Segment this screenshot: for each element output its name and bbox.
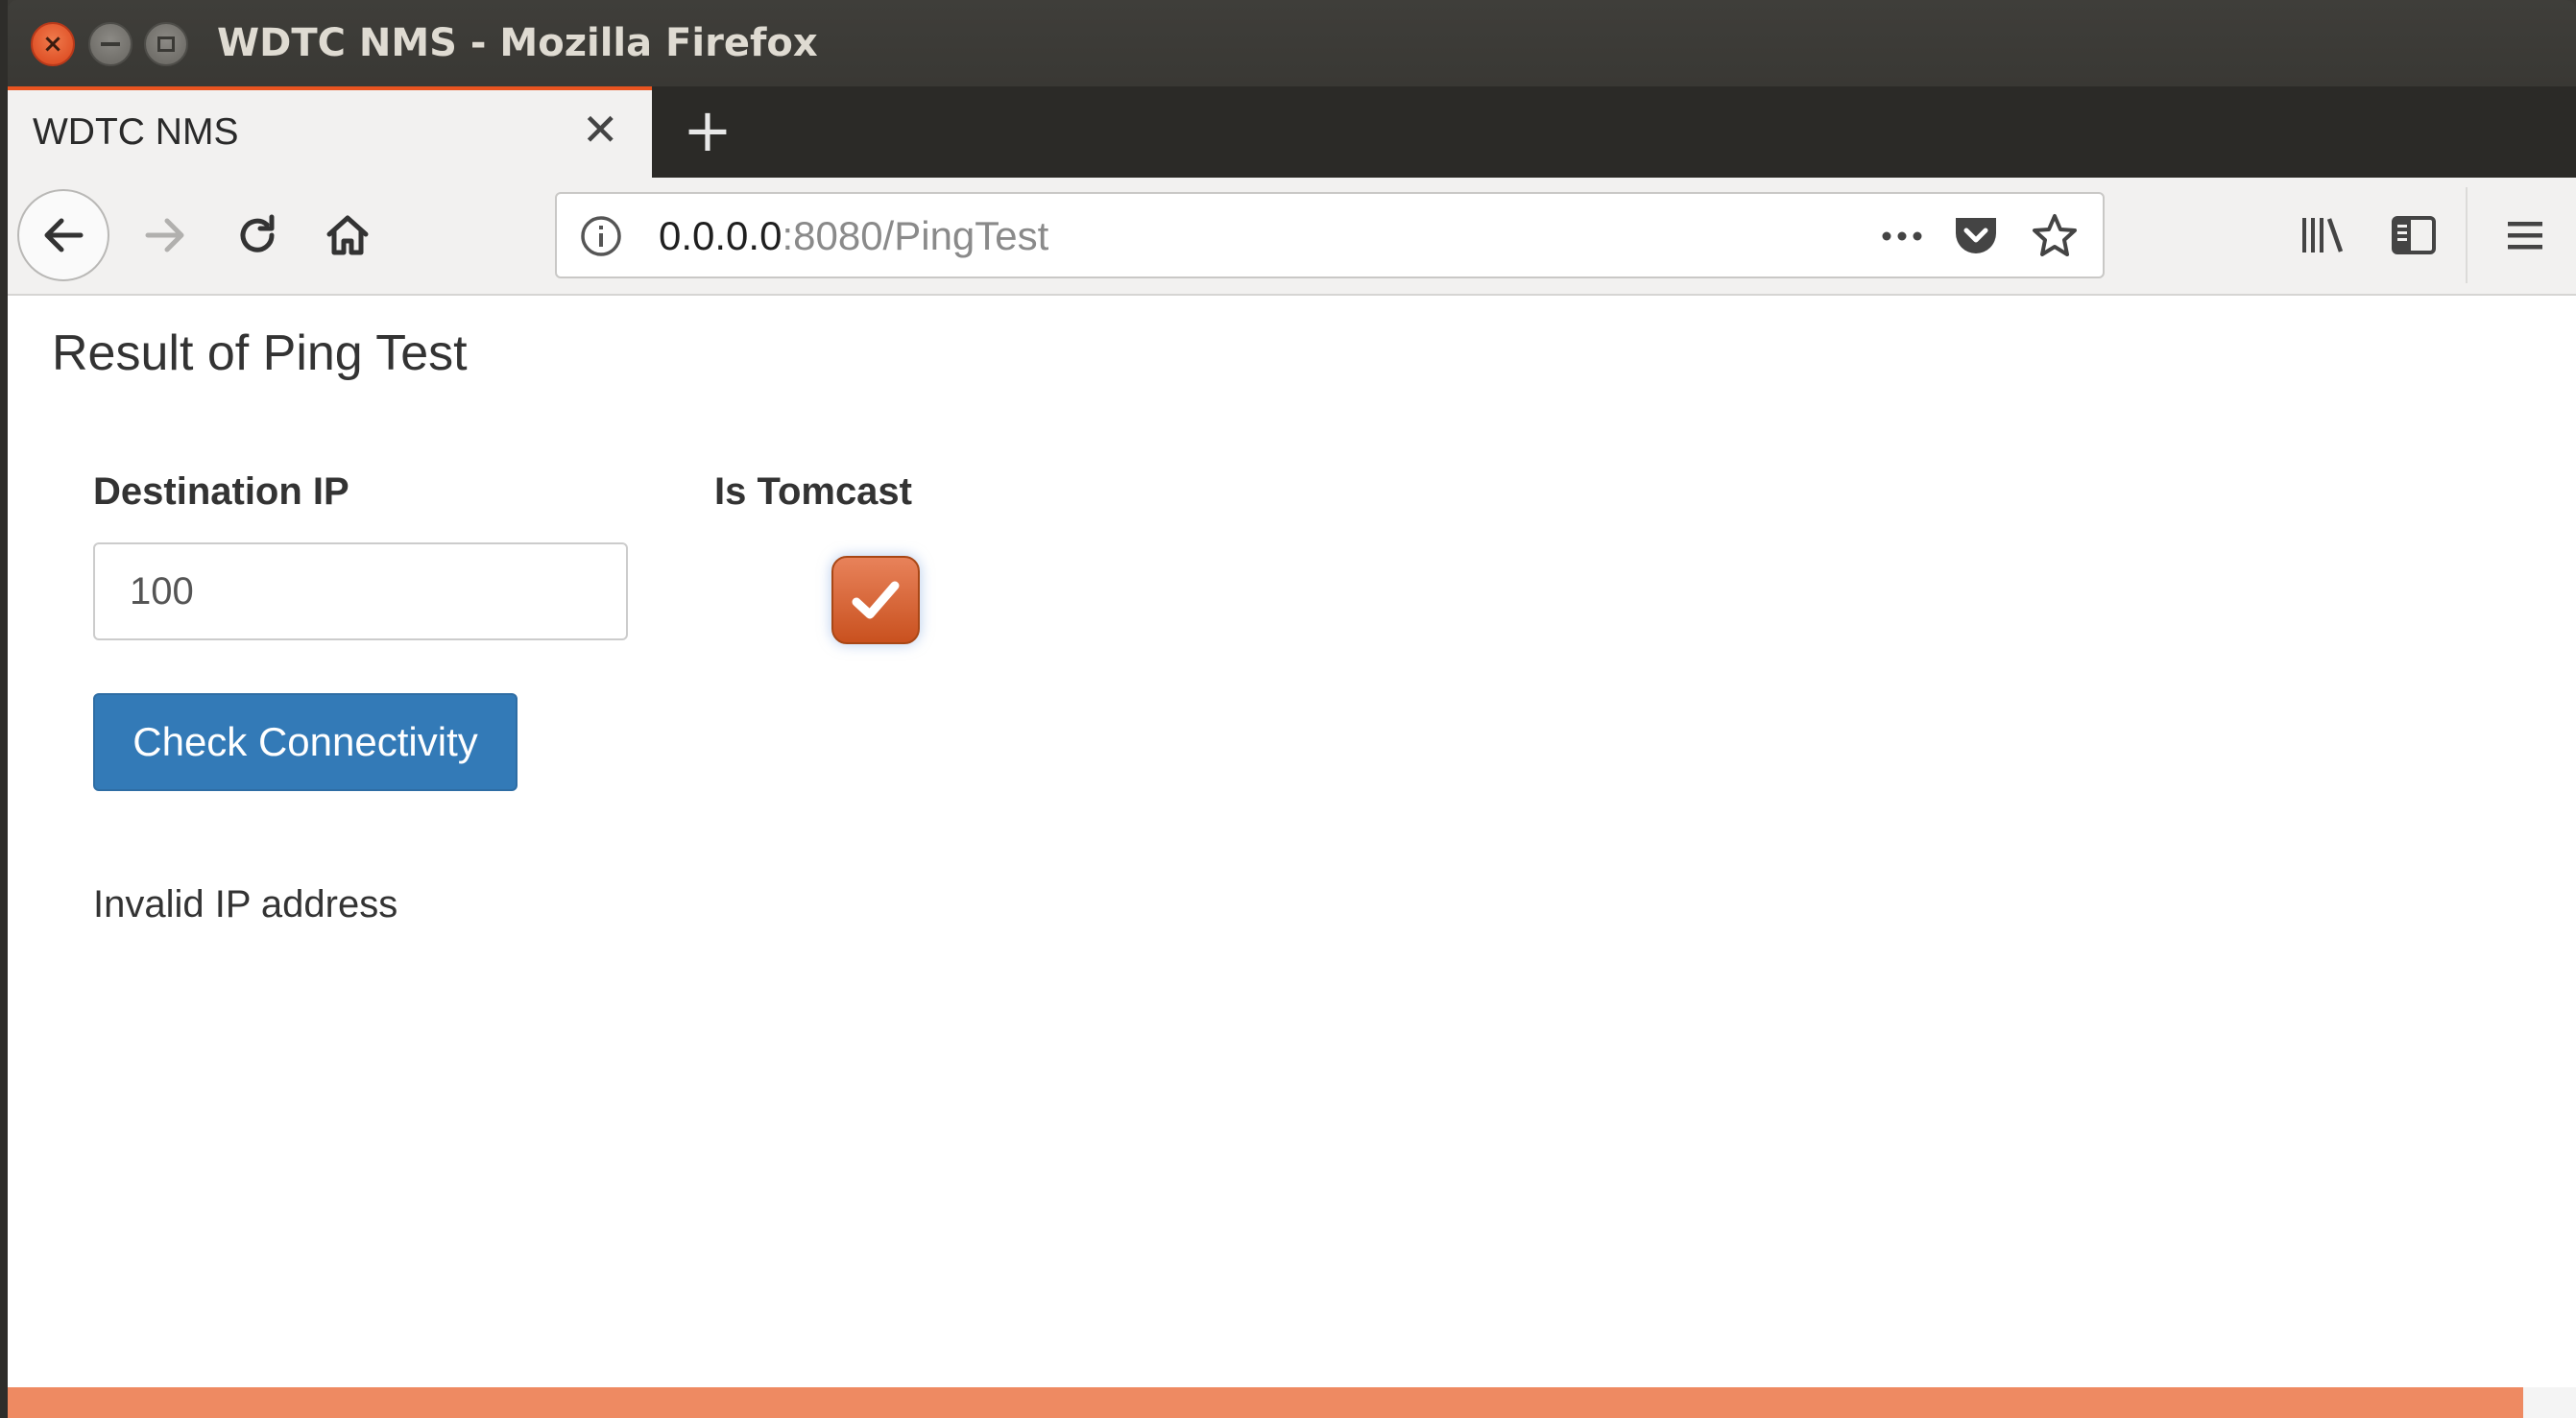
window-title: WDTC NMS - Mozilla Firefox <box>217 21 818 65</box>
back-button[interactable] <box>17 189 109 281</box>
back-arrow-icon <box>44 218 84 252</box>
checkmark-icon <box>852 581 900 619</box>
page-actions-button[interactable] <box>1874 211 1930 261</box>
bookmark-button[interactable] <box>2028 209 2082 263</box>
maximize-icon <box>157 36 175 52</box>
reload-button[interactable] <box>229 206 286 264</box>
sidebar-button[interactable] <box>2385 206 2443 264</box>
tab-strip: WDTC NMS ✕ + <box>8 86 2576 178</box>
window-minimize-button[interactable] <box>88 22 132 66</box>
more-actions-icon <box>1882 231 1922 241</box>
forward-arrow-icon <box>145 218 184 252</box>
check-connectivity-button[interactable]: Check Connectivity <box>93 693 518 791</box>
pocket-icon <box>1956 218 1996 253</box>
sidebar-icon <box>2392 216 2436 254</box>
destination-ip-label: Destination IP <box>93 470 349 513</box>
title-bar: × WDTC NMS - Mozilla Firefox <box>8 0 2576 86</box>
desktop-edge <box>0 0 8 1418</box>
tab-label: WDTC NMS <box>33 111 239 153</box>
url-host: 0.0.0.0 <box>659 213 782 258</box>
reload-icon <box>240 214 275 252</box>
menu-button[interactable] <box>2496 206 2554 264</box>
page-content: Result of Ping Test Destination IP Is To… <box>8 296 2576 1387</box>
info-icon <box>581 216 621 256</box>
is-tomcast-checkbox[interactable] <box>831 556 920 644</box>
bottom-bar-end <box>2523 1387 2576 1418</box>
tab-wdtc-nms[interactable]: WDTC NMS ✕ <box>8 86 652 178</box>
home-icon <box>326 215 369 255</box>
forward-button[interactable] <box>136 206 194 264</box>
close-icon: × <box>42 30 63 59</box>
url-path: :8080/PingTest <box>782 213 1049 258</box>
new-tab-button[interactable]: + <box>674 92 741 169</box>
result-message: Invalid IP address <box>93 883 398 925</box>
destination-ip-input[interactable] <box>93 542 628 640</box>
navigation-toolbar: 0.0.0.0:8080/PingTest <box>8 178 2576 296</box>
page-title: Result of Ping Test <box>52 325 468 381</box>
pocket-button[interactable] <box>1949 209 2003 263</box>
window-close-button[interactable]: × <box>31 22 75 66</box>
browser-window: × WDTC NMS - Mozilla Firefox WDTC NMS ✕ … <box>8 0 2576 1418</box>
bookmark-star-icon <box>2033 214 2077 256</box>
library-icon <box>2302 218 2344 252</box>
bottom-accent-bar <box>8 1387 2523 1418</box>
hamburger-menu-icon <box>2508 222 2542 250</box>
is-tomcast-label: Is Tomcast <box>714 470 912 513</box>
toolbar-separator <box>2466 187 2468 283</box>
site-info-button[interactable] <box>578 213 624 259</box>
minimize-icon <box>101 42 120 46</box>
url-text: 0.0.0.0:8080/PingTest <box>659 213 1048 259</box>
home-button[interactable] <box>319 206 376 264</box>
window-maximize-button[interactable] <box>144 22 188 66</box>
tab-close-icon[interactable]: ✕ <box>582 108 619 152</box>
library-button[interactable] <box>2293 206 2350 264</box>
address-bar[interactable]: 0.0.0.0:8080/PingTest <box>555 192 2105 278</box>
